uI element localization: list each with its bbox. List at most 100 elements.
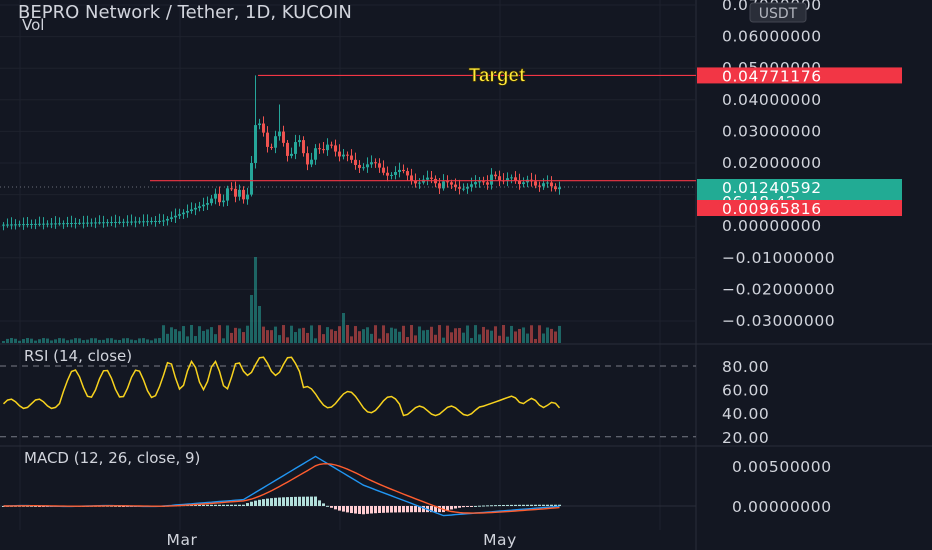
volume-bars xyxy=(2,257,561,343)
volume-bar xyxy=(322,334,325,343)
volume-bar xyxy=(50,340,53,343)
volume-bar xyxy=(386,333,389,343)
candle-body xyxy=(82,222,85,224)
volume-bar xyxy=(282,325,285,343)
macd-histogram-bar xyxy=(318,500,321,506)
volume-bar xyxy=(334,330,337,343)
volume-bar xyxy=(134,340,137,343)
candle-body xyxy=(150,221,153,223)
candle-body xyxy=(346,154,349,156)
volume-bar xyxy=(174,329,177,343)
target-annotation[interactable]: Target xyxy=(468,65,526,87)
volume-bar xyxy=(518,328,521,343)
volume-bar xyxy=(238,328,241,343)
price-axis[interactable]: 0.070000000.060000000.050000000.04000000… xyxy=(697,0,902,516)
macd-histogram-bar xyxy=(518,504,521,506)
candle-body xyxy=(266,132,269,147)
macd-histogram-bar xyxy=(510,504,513,506)
candle-body xyxy=(470,184,473,187)
candle-body xyxy=(258,123,261,126)
volume-bar xyxy=(270,330,273,343)
candle-body xyxy=(26,224,29,226)
candles[interactable] xyxy=(2,75,561,231)
candle-body xyxy=(134,221,137,223)
candle-body xyxy=(370,162,373,165)
volume-bar xyxy=(490,330,493,343)
candle-body xyxy=(394,172,397,175)
volume-bar xyxy=(14,338,17,343)
macd-histogram-bar xyxy=(222,504,225,506)
candle-body xyxy=(522,182,525,185)
macd-histogram-bar xyxy=(326,505,329,507)
volume-bar xyxy=(410,325,413,343)
candle-body xyxy=(166,218,169,221)
macd-histogram-bar xyxy=(302,496,305,506)
volume-bar xyxy=(510,325,513,343)
candle-body xyxy=(114,221,117,223)
candle-body xyxy=(338,151,341,157)
volume-bar xyxy=(202,330,205,343)
macd-histogram-bar xyxy=(462,506,465,508)
candle-body xyxy=(334,145,337,152)
volume-bar xyxy=(350,336,353,343)
candle-body xyxy=(62,223,65,225)
candle-body xyxy=(138,221,141,223)
candle-body xyxy=(450,182,453,185)
price-tick-label: 0.06000000 xyxy=(722,28,822,46)
volume-bar xyxy=(310,325,313,343)
price-tick-label: −0.01000000 xyxy=(722,249,835,267)
candle-body xyxy=(318,148,321,150)
volume-bar xyxy=(502,325,505,343)
macd-histogram-bar xyxy=(210,504,213,506)
volume-bar xyxy=(262,326,265,343)
candle-body xyxy=(198,206,201,208)
volume-bar xyxy=(62,338,65,343)
candle-body xyxy=(14,224,17,226)
macd-histogram-bar xyxy=(246,503,249,506)
candle-body xyxy=(102,222,105,224)
volume-bar xyxy=(478,334,481,343)
candle-body xyxy=(362,167,365,169)
volume-bar xyxy=(342,313,345,343)
volume-bar xyxy=(286,337,289,343)
macd-histogram-bar xyxy=(362,506,365,515)
volume-bar xyxy=(498,335,501,343)
rsi-title[interactable]: RSI (14, close) xyxy=(24,347,132,365)
volume-bar xyxy=(394,328,397,343)
price-tick-label: 0.02000000 xyxy=(722,154,822,172)
time-axis-label: Mar xyxy=(166,531,197,549)
candle-body xyxy=(510,177,513,179)
volume-bar xyxy=(358,331,361,343)
candle-body xyxy=(106,222,109,224)
candle-body xyxy=(386,172,389,176)
volume-bar xyxy=(314,338,317,343)
volume-bar xyxy=(306,332,309,343)
macd-histogram-bar xyxy=(250,501,253,506)
candle-body xyxy=(218,193,221,203)
macd-histogram-bar xyxy=(498,505,501,507)
candle-body xyxy=(34,223,37,225)
macd-histogram-bar xyxy=(478,505,481,507)
candle-body xyxy=(310,159,313,165)
rsi-pane[interactable] xyxy=(0,356,696,438)
volume-bar xyxy=(378,338,381,343)
macd-histogram-bar xyxy=(334,506,337,510)
candle-body xyxy=(402,169,405,172)
macd-histogram-bar xyxy=(266,498,269,506)
volume-bar xyxy=(206,329,209,343)
time-axis: Mar May xyxy=(166,531,516,549)
volume-bar xyxy=(34,340,37,343)
macd-title[interactable]: MACD (12, 26, close, 9) xyxy=(24,449,200,467)
candle-body xyxy=(542,183,545,187)
support-price-text: 0.00965816 xyxy=(722,200,822,218)
macd-histogram-bar xyxy=(494,505,497,507)
macd-histogram-bar xyxy=(406,506,409,513)
macd-histogram-bar xyxy=(414,506,417,513)
candle-body xyxy=(390,174,393,176)
candle-body xyxy=(430,177,433,179)
macd-histogram-bar xyxy=(286,497,289,506)
candle-body xyxy=(330,144,333,146)
macd-histogram-bar xyxy=(506,504,509,506)
macd-histogram-bar xyxy=(218,504,221,506)
macd-histogram-bar xyxy=(350,506,353,514)
